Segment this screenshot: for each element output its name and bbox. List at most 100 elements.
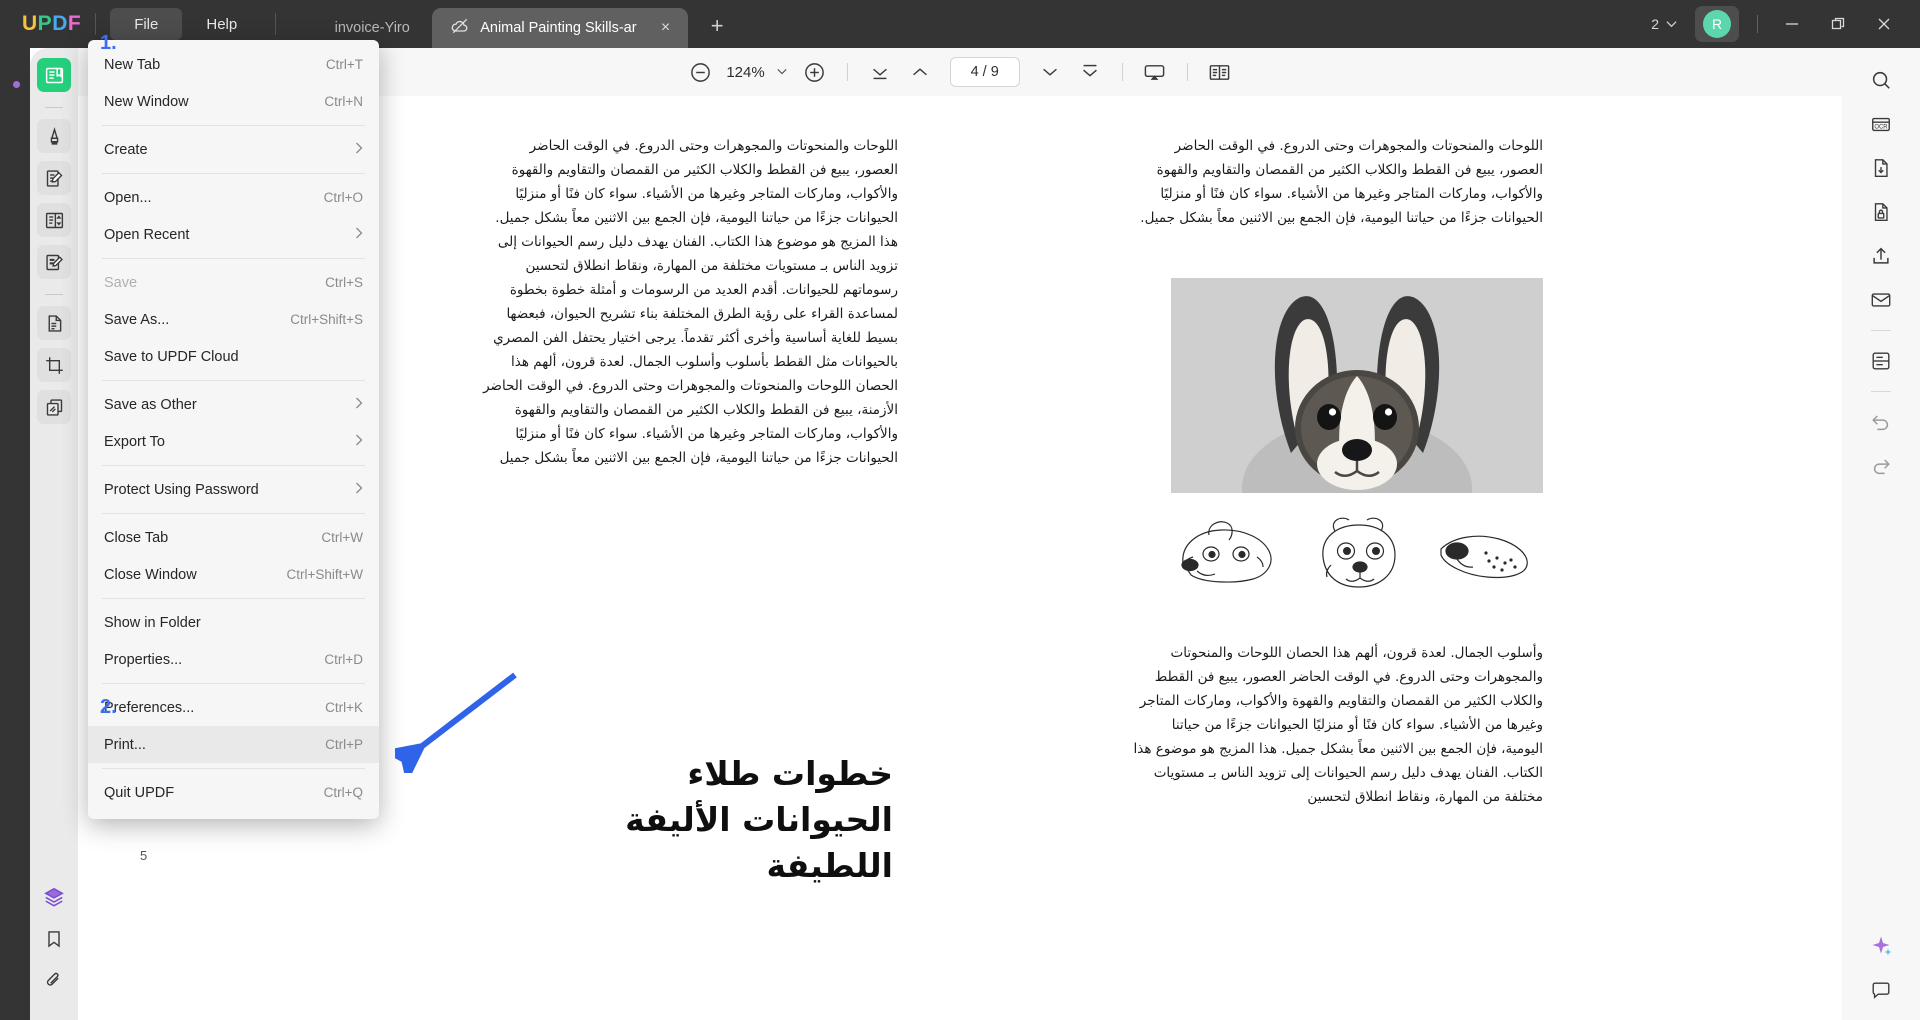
sidebar-item-annotate[interactable]	[37, 119, 71, 153]
menu-help[interactable]: Help	[182, 8, 261, 40]
menu-item-shortcut: Ctrl+K	[325, 700, 363, 715]
undo-icon[interactable]	[1861, 402, 1901, 442]
menu-item-label: Properties...	[104, 652, 324, 668]
menu-item-label: New Window	[104, 94, 324, 110]
account-button[interactable]: R	[1695, 6, 1739, 42]
sidebar-item-convert-pdf[interactable]	[37, 306, 71, 340]
pointer-arrow	[395, 663, 525, 773]
tab-animal-painting-skills[interactable]: Animal Painting Skills-ar ×	[432, 8, 688, 48]
pdf-page: اللوحات والمنحوتات والمجوهرات وحتى الدرو…	[483, 96, 1543, 1020]
menu-item-shortcut: Ctrl+S	[325, 275, 363, 290]
menu-item-create[interactable]: Create	[88, 131, 379, 168]
close-tab-icon[interactable]: ×	[661, 20, 670, 36]
chevron-down-icon[interactable]	[777, 67, 787, 77]
next-page-icon[interactable]	[1030, 52, 1070, 92]
zoom-level-value[interactable]: 124%	[720, 64, 770, 81]
menu-item-label: Protect Using Password	[104, 482, 355, 498]
menu-item-shortcut: Ctrl+P	[325, 737, 363, 752]
menu-item-new-window[interactable]: New WindowCtrl+N	[88, 83, 379, 120]
sidebar-item-bookmark[interactable]	[37, 922, 71, 956]
paragraph-column-right: اللوحات والمنحوتات والمجوهرات وحتى الدرو…	[1128, 134, 1543, 230]
zoom-out-icon[interactable]	[680, 52, 720, 92]
logo-letter-u: U	[22, 12, 38, 36]
cloud-off-icon	[450, 16, 470, 40]
sidebar-item-attachment[interactable]	[37, 964, 71, 998]
sidebar-item-batch[interactable]	[37, 390, 71, 424]
menu-file[interactable]: File	[110, 8, 182, 40]
maximize-restore-button[interactable]	[1816, 4, 1860, 44]
protect-icon[interactable]	[1861, 192, 1901, 232]
minimize-button[interactable]	[1770, 4, 1814, 44]
menu-item-quit-updf[interactable]: Quit UPDFCtrl+Q	[88, 774, 379, 811]
sidebar-item-layers[interactable]	[37, 880, 71, 914]
first-page-icon[interactable]	[860, 52, 900, 92]
sidebar-item-reader[interactable]	[37, 58, 71, 92]
annotation-step-1: 1.	[100, 32, 117, 55]
help-bubble-icon[interactable]	[1861, 970, 1901, 1010]
close-window-button[interactable]	[1862, 4, 1906, 44]
menu-item-properties[interactable]: Properties...Ctrl+D	[88, 641, 379, 678]
menu-separator	[102, 173, 365, 174]
email-icon[interactable]	[1861, 280, 1901, 320]
tab-count-dropdown[interactable]: 2	[1641, 16, 1687, 32]
menu-item-shortcut: Ctrl+Shift+W	[286, 567, 363, 582]
left-toolbar	[30, 48, 78, 1020]
reading-mode-icon[interactable]	[1200, 52, 1240, 92]
menu-item-save-as-other[interactable]: Save as Other	[88, 386, 379, 423]
sidebar-item-fill-sign[interactable]	[37, 245, 71, 279]
file-menu-dropdown[interactable]: 1. 2. New TabCtrl+TNew WindowCtrl+NCreat…	[88, 40, 379, 819]
menu-item-show-in-folder[interactable]: Show in Folder	[88, 604, 379, 641]
chevron-right-icon	[355, 227, 363, 242]
menu-item-new-tab[interactable]: New TabCtrl+T	[88, 46, 379, 83]
menu-item-save-as[interactable]: Save As...Ctrl+Shift+S	[88, 301, 379, 338]
status-dot	[13, 81, 20, 88]
logo-letter-f: F	[68, 12, 81, 36]
menu-item-protect-using-password[interactable]: Protect Using Password	[88, 471, 379, 508]
menu-item-open[interactable]: Open...Ctrl+O	[88, 179, 379, 216]
menu-item-open-recent[interactable]: Open Recent	[88, 216, 379, 253]
scan-icon[interactable]	[1861, 341, 1901, 381]
previous-page-icon[interactable]	[900, 52, 940, 92]
sketch-dog-face	[1301, 513, 1413, 599]
menu-item-label: Print...	[104, 737, 325, 753]
menu-item-label: Save As...	[104, 312, 290, 328]
menu-item-print[interactable]: Print...Ctrl+P	[88, 726, 379, 763]
menu-item-close-window[interactable]: Close WindowCtrl+Shift+W	[88, 556, 379, 593]
menu-item-label: Preferences...	[104, 700, 325, 716]
menu-item-save-to-updf-cloud[interactable]: Save to UPDF Cloud	[88, 338, 379, 375]
presentation-icon[interactable]	[1135, 52, 1175, 92]
ai-assistant-icon[interactable]	[1861, 926, 1901, 966]
ocr-icon[interactable]: OCR	[1861, 104, 1901, 144]
menu-item-label: Save to UPDF Cloud	[104, 349, 363, 365]
menu-item-preferences[interactable]: Preferences...Ctrl+K	[88, 689, 379, 726]
page-indicator[interactable]: 4 / 9	[950, 57, 1020, 87]
sidebar-item-organize-pages[interactable]	[37, 203, 71, 237]
compress-icon[interactable]	[1861, 148, 1901, 188]
divider	[1187, 63, 1188, 81]
tab-count-value: 2	[1651, 16, 1659, 32]
share-icon[interactable]	[1861, 236, 1901, 276]
redo-icon[interactable]	[1861, 446, 1901, 486]
divider	[275, 13, 276, 35]
svg-text:OCR: OCR	[1874, 125, 1888, 131]
menu-item-shortcut: Ctrl+Q	[324, 785, 363, 800]
menu-separator	[102, 380, 365, 381]
sidebar-item-crop[interactable]	[37, 348, 71, 382]
tab-label: Animal Painting Skills-ar	[480, 20, 636, 36]
menu-item-close-tab[interactable]: Close TabCtrl+W	[88, 519, 379, 556]
sidebar-item-edit-pdf[interactable]	[37, 161, 71, 195]
menu-item-label: Close Window	[104, 567, 286, 583]
last-page-icon[interactable]	[1070, 52, 1110, 92]
new-tab-button[interactable]: +	[704, 13, 730, 39]
updf-window: U P D F File Help invoice-Yiro Animal Pa…	[0, 0, 1920, 1020]
menu-item-export-to[interactable]: Export To	[88, 423, 379, 460]
chevron-right-icon	[355, 397, 363, 412]
zoom-in-icon[interactable]	[795, 52, 835, 92]
search-icon[interactable]	[1861, 60, 1901, 100]
sketch-row	[1171, 508, 1543, 603]
menu-item-label: Show in Folder	[104, 615, 363, 631]
menu-item-label: Export To	[104, 434, 355, 450]
menu-separator	[102, 258, 365, 259]
chevron-right-icon	[355, 482, 363, 497]
menu-item-shortcut: Ctrl+Shift+S	[290, 312, 363, 327]
